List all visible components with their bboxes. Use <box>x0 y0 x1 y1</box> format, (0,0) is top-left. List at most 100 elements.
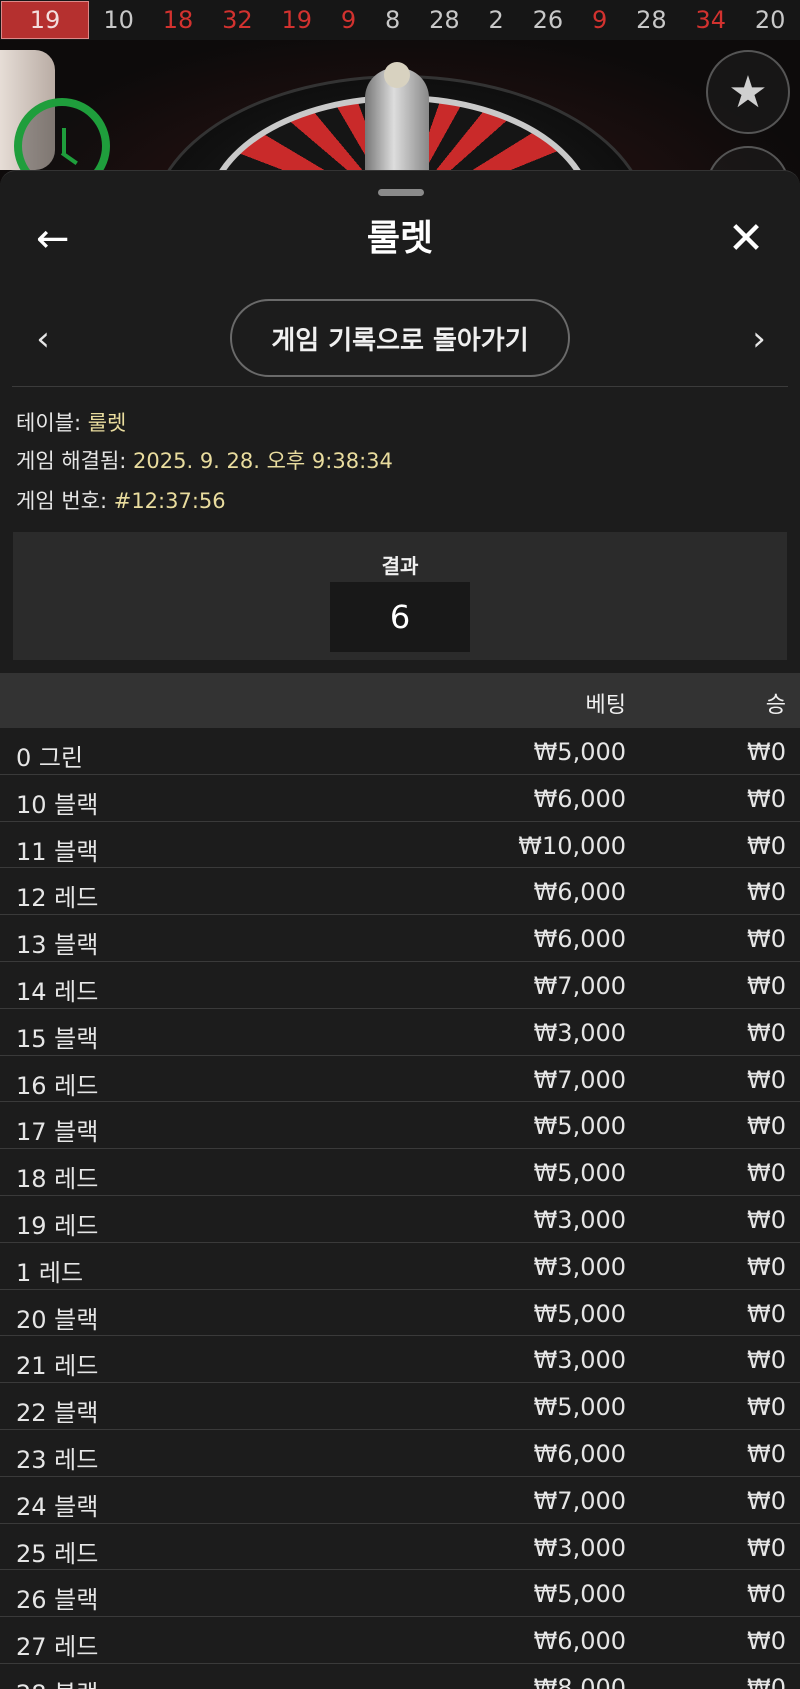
bet-name-cell: 28 블랙 <box>16 1674 98 1689</box>
history-number: 2 <box>488 6 504 34</box>
bet-amount-cell: ₩5,000 <box>533 1112 626 1141</box>
history-number: 32 <box>222 6 253 34</box>
divider <box>12 386 788 387</box>
table-row: 19 레드 ₩3,000 ₩0 <box>0 1195 800 1243</box>
bets-table-header: 베팅 승 <box>0 673 800 728</box>
bet-amount-cell: ₩7,000 <box>533 1065 626 1094</box>
bet-amount-cell: ₩6,000 <box>533 1627 626 1656</box>
favorite-star-button[interactable]: ★ <box>706 50 790 134</box>
table-row: 22 블랙 ₩5,000 ₩0 <box>0 1383 800 1430</box>
win-amount-cell: ₩0 <box>747 1580 786 1609</box>
resolved-info: 게임 해결됨: 2025. 9. 28. 오후 9:38:34 <box>16 445 393 475</box>
win-amount-cell: ₩0 <box>747 1065 786 1094</box>
game-navigation: ‹ 게임 기록으로 돌아가기 › <box>0 299 800 379</box>
history-number: 34 <box>695 6 727 34</box>
table-row: 24 블랙 ₩7,000 ₩0 <box>0 1476 800 1524</box>
bet-name-cell: 16 레드 <box>16 1071 99 1100</box>
sheet-header: 룰렛 ← ✕ <box>0 211 800 267</box>
history-number: 8 <box>385 6 401 34</box>
bet-name-cell: 22 블랙 <box>16 1399 99 1428</box>
win-amount-cell: ₩0 <box>747 1486 786 1515</box>
history-latest-number: 19 <box>1 1 89 39</box>
bet-name-cell: 13 블랙 <box>16 931 99 960</box>
close-icon[interactable]: ✕ <box>722 213 770 265</box>
roulette-wheel-cap <box>384 62 410 88</box>
result-number: 6 <box>330 582 470 652</box>
table-row: 0 그린 ₩5,000 ₩0 <box>0 728 800 775</box>
bet-name-cell: 26 블랙 <box>16 1586 99 1615</box>
table-row: 23 레드 ₩6,000 ₩0 <box>0 1429 800 1477</box>
history-number: 19 <box>281 6 313 34</box>
bet-amount-cell: ₩3,000 <box>533 1252 626 1281</box>
table-row: 20 블랙 ₩5,000 ₩0 <box>0 1289 800 1337</box>
resolved-info-value: 2025. 9. 28. 오후 9:38:34 <box>133 449 393 473</box>
bet-amount-cell: ₩7,000 <box>533 1486 626 1515</box>
table-row: 1 레드 ₩3,000 ₩0 <box>0 1242 800 1290</box>
game-number-value: #12:37:56 <box>113 489 226 513</box>
win-amount-cell: ₩0 <box>747 1205 786 1234</box>
bet-amount-cell: ₩3,000 <box>533 1018 626 1047</box>
bet-amount-cell: ₩3,000 <box>533 1205 626 1234</box>
bet-name-cell: 12 레드 <box>16 884 99 913</box>
table-info-value: 룰렛 <box>87 411 127 435</box>
table-row: 17 블랙 ₩5,000 ₩0 <box>0 1102 800 1150</box>
bet-name-cell: 15 블랙 <box>16 1024 99 1053</box>
win-amount-cell: ₩0 <box>747 971 786 1000</box>
result-label: 결과 <box>381 554 419 578</box>
table-row: 11 블랙 ₩10,000 ₩0 <box>0 821 800 869</box>
bet-amount-cell: ₩5,000 <box>533 1393 626 1422</box>
result-history-strip: 19 10 18 32 19 9 8 28 2 26 9 28 34 20 <box>0 0 800 40</box>
win-amount-cell: ₩0 <box>747 1159 786 1188</box>
sheet-drag-handle[interactable] <box>378 189 424 196</box>
win-amount-cell: ₩0 <box>747 1393 786 1422</box>
game-number-label: 게임 번호: <box>16 489 114 513</box>
chevron-right-icon[interactable]: › <box>744 317 774 361</box>
bet-amount-cell: ₩5,000 <box>533 738 626 766</box>
history-number-list: 10 18 32 19 9 8 28 2 26 9 28 34 20 <box>89 6 800 34</box>
win-amount-cell: ₩0 <box>747 1627 786 1656</box>
table-row: 26 블랙 ₩5,000 ₩0 <box>0 1570 800 1618</box>
bet-amount-cell: ₩5,000 <box>533 1299 626 1328</box>
table-row: 13 블랙 ₩6,000 ₩0 <box>0 915 800 962</box>
win-column-header: 승 <box>765 693 786 718</box>
table-row: 10 블랙 ₩6,000 ₩0 <box>0 774 800 822</box>
back-to-history-button[interactable]: 게임 기록으로 돌아가기 <box>230 299 570 377</box>
history-number: 9 <box>340 6 357 34</box>
chevron-left-icon[interactable]: ‹ <box>28 317 58 361</box>
bet-name-cell: 19 레드 <box>16 1211 99 1240</box>
table-row: 25 레드 ₩3,000 ₩0 <box>0 1523 800 1571</box>
back-arrow-icon[interactable]: ← <box>36 215 84 263</box>
bet-amount-cell: ₩6,000 <box>533 784 626 813</box>
table-row: 15 블랙 ₩3,000 ₩0 <box>0 1008 800 1056</box>
game-history-sheet: 룰렛 ← ✕ ‹ 게임 기록으로 돌아가기 › 테이블: 룰렛 게임 해결됨: … <box>0 170 800 1689</box>
bet-name-cell: 24 블랙 <box>16 1492 99 1521</box>
star-icon: ★ <box>728 66 768 118</box>
table-info-label: 테이블: <box>16 411 88 435</box>
bet-amount-cell: ₩6,000 <box>533 1439 626 1468</box>
bet-name-cell: 27 레드 <box>16 1633 99 1662</box>
bet-name-cell: 17 블랙 <box>16 1118 99 1147</box>
bet-name-cell: 1 레드 <box>16 1258 84 1287</box>
win-amount-cell: ₩0 <box>747 1112 786 1141</box>
bet-name-cell: 25 레드 <box>16 1539 99 1568</box>
history-number: 10 <box>103 6 134 34</box>
bet-amount-cell: ₩5,000 <box>533 1159 626 1188</box>
table-row: 18 레드 ₩5,000 ₩0 <box>0 1149 800 1196</box>
history-number: 9 <box>591 6 608 34</box>
table-row: 14 레드 ₩7,000 ₩0 <box>0 961 800 1009</box>
table-info: 테이블: 룰렛 <box>16 407 126 437</box>
win-amount-cell: ₩0 <box>747 1346 786 1375</box>
bet-name-cell: 18 레드 <box>16 1165 99 1194</box>
game-number-info: 게임 번호: #12:37:56 <box>16 485 226 515</box>
bet-amount-cell: ₩7,000 <box>533 971 626 1000</box>
win-amount-cell: ₩0 <box>747 878 786 907</box>
bet-column-header: 베팅 <box>585 693 626 718</box>
bet-name-cell: 20 블랙 <box>16 1305 99 1334</box>
table-row: 16 레드 ₩7,000 ₩0 <box>0 1055 800 1103</box>
win-amount-cell: ₩0 <box>747 1673 786 1689</box>
bet-name-cell: 23 레드 <box>16 1445 99 1474</box>
history-number: 20 <box>754 6 786 34</box>
result-panel: 결과 6 <box>13 532 787 660</box>
bet-amount-cell: ₩6,000 <box>533 925 626 954</box>
bet-amount-cell: ₩5,000 <box>533 1580 626 1609</box>
